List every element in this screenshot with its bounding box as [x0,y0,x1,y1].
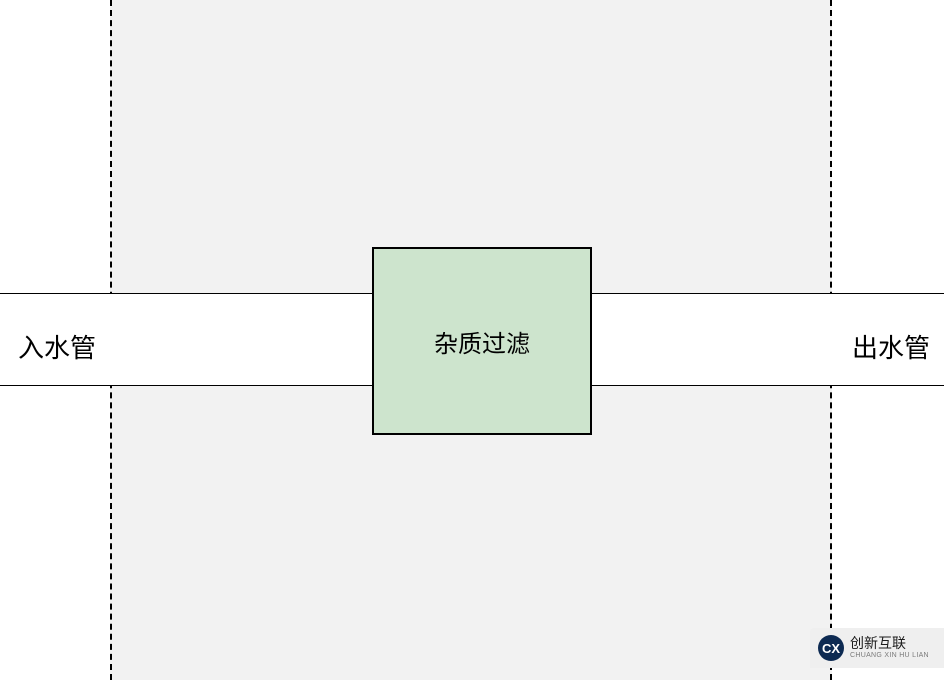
filter-box: 杂质过滤 [372,247,592,435]
watermark-logo-icon: CX [818,635,844,661]
watermark-logo-text: CX [822,641,840,656]
watermark-brand-en: CHUANG XIN HU LIAN [850,652,929,660]
inlet-pipe-label: 入水管 [18,328,96,365]
outlet-pipe-label: 出水管 [852,328,930,365]
filter-box-label: 杂质过滤 [434,324,530,359]
watermark: CX 创新互联 CHUANG XIN HU LIAN [810,628,944,668]
watermark-text-group: 创新互联 CHUANG XIN HU LIAN [850,636,929,659]
watermark-brand-cn: 创新互联 [850,636,929,651]
